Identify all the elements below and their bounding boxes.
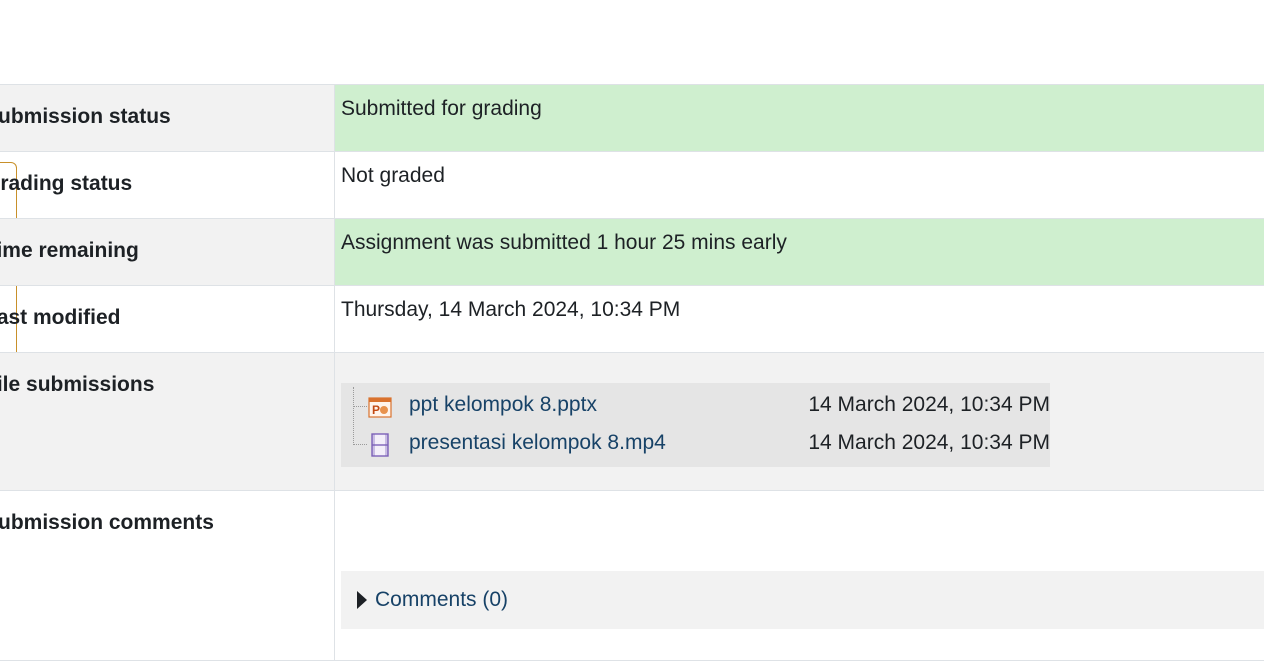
row-last-modified: Last modified Thursday, 14 March 2024, 1…	[0, 285, 1264, 353]
comments-toggle[interactable]: Comments (0)	[341, 571, 1264, 629]
comments-link[interactable]: Comments (0)	[375, 588, 508, 612]
file-date: 14 March 2024, 10:34 PM	[808, 393, 1050, 416]
file-link[interactable]: ppt kelompok 8.pptx	[409, 393, 597, 417]
row-label: Submission comments	[0, 490, 335, 661]
row-submission-status: Submission status Submitted for grading	[0, 84, 1264, 152]
file-item: P ppt kelompok 8.pptx 14 March 2024, 10:…	[341, 387, 1050, 425]
time-remaining-value: Assignment was submitted 1 hour 25 mins …	[334, 218, 1264, 286]
svg-text:P: P	[372, 403, 380, 417]
row-time-remaining: Time remaining Assignment was submitted …	[0, 218, 1264, 286]
powerpoint-file-icon: P	[368, 395, 392, 419]
row-file-submissions: File submissions P ppt kelompok 8.pptx 1…	[0, 352, 1264, 491]
file-date: 14 March 2024, 10:34 PM	[808, 431, 1050, 454]
grading-status-value: Not graded	[334, 151, 1264, 219]
row-label: Submission status	[0, 84, 335, 152]
last-modified-value: Thursday, 14 March 2024, 10:34 PM	[334, 285, 1264, 353]
row-grading-status: Grading status Not graded	[0, 151, 1264, 219]
tree-branch	[353, 444, 367, 445]
submission-status-value: Submitted for grading	[334, 84, 1264, 152]
file-tree: P ppt kelompok 8.pptx 14 March 2024, 10:…	[341, 383, 1050, 467]
row-label: Grading status	[0, 151, 335, 219]
row-label: File submissions	[0, 352, 335, 491]
caret-right-icon	[357, 591, 367, 609]
row-submission-comments: Submission comments Comments (0)	[0, 490, 1264, 661]
tree-branch	[353, 406, 367, 407]
submission-status-table: Submission status Submitted for grading …	[0, 84, 1264, 661]
file-item: presentasi kelompok 8.mp4 14 March 2024,…	[341, 425, 1050, 463]
video-file-icon	[368, 433, 392, 457]
file-submissions-cell: P ppt kelompok 8.pptx 14 March 2024, 10:…	[334, 352, 1264, 491]
row-label: Last modified	[0, 285, 335, 353]
file-link[interactable]: presentasi kelompok 8.mp4	[409, 431, 666, 455]
row-label: Time remaining	[0, 218, 335, 286]
submission-status-page: Submission status Submitted for grading …	[0, 0, 1264, 672]
submission-comments-cell: Comments (0)	[334, 490, 1264, 661]
